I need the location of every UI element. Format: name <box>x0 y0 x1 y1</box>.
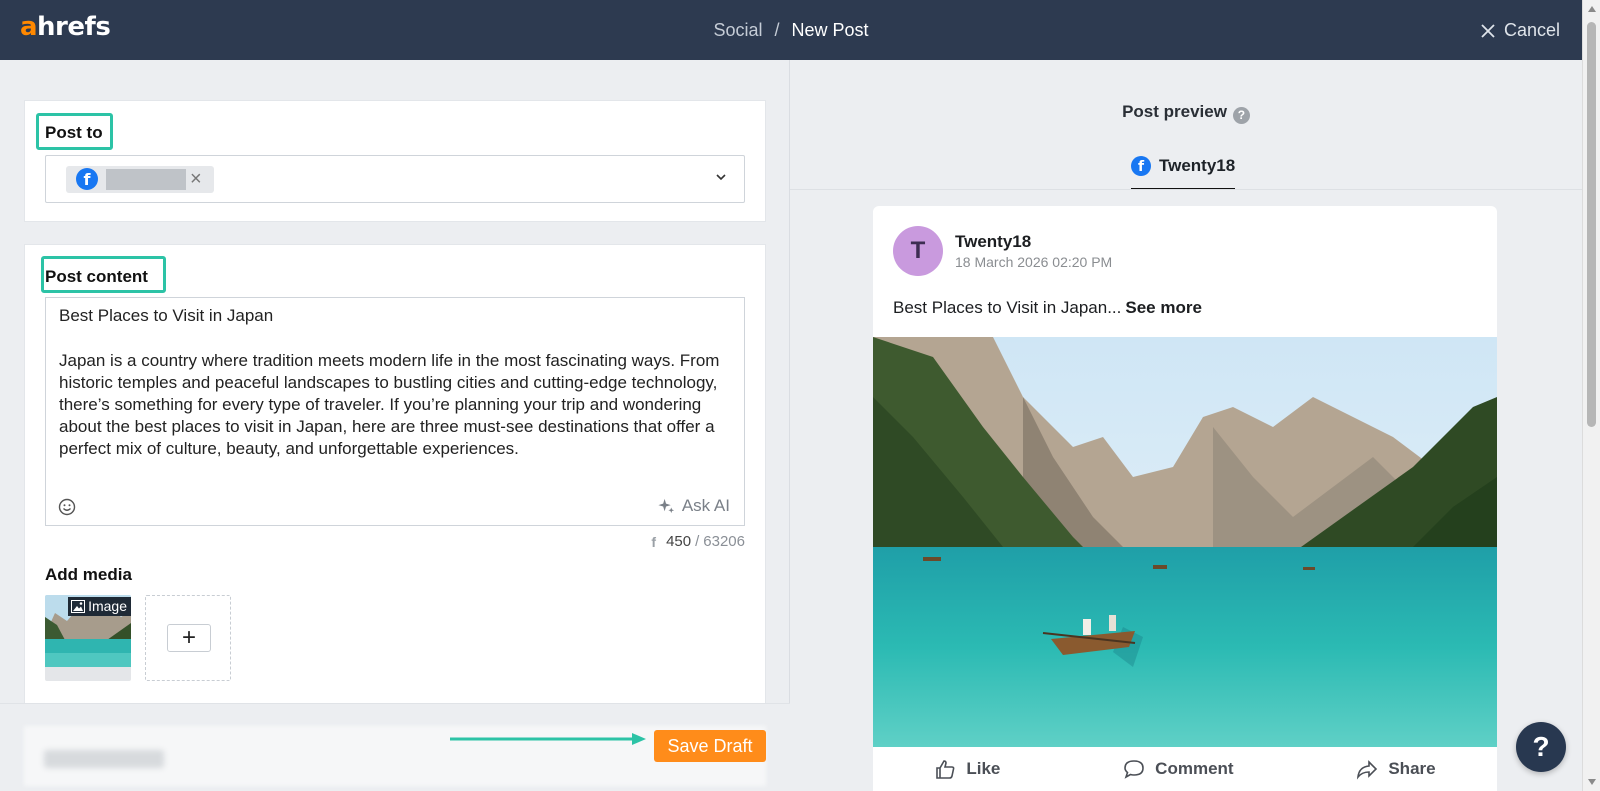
emoji-icon[interactable] <box>58 498 76 516</box>
ask-ai-label: Ask AI <box>681 496 730 515</box>
account-chip: f × <box>66 166 214 193</box>
breadcrumb-separator: / <box>774 20 780 40</box>
image-type-label: Image <box>88 598 127 614</box>
arrow-annotation <box>450 733 646 745</box>
add-media-slot: + <box>145 595 231 681</box>
post-body-text: Japan is a country where tradition meets… <box>59 351 720 458</box>
scrollbar-thumb[interactable] <box>1587 22 1596 427</box>
share-icon <box>1357 760 1378 780</box>
share-button[interactable]: Share <box>1356 754 1436 784</box>
thumbs-up-icon <box>936 760 955 779</box>
lake-photo <box>873 337 1497 747</box>
add-media-label: Add media <box>45 565 132 584</box>
post-title-line: Best Places to Visit in Japan <box>59 306 274 325</box>
like-label: Like <box>966 759 1001 778</box>
post-preview-heading: Post preview? <box>790 102 1582 124</box>
help-button[interactable]: ? <box>1516 722 1566 772</box>
page-name: Twenty18 <box>955 232 1032 251</box>
tab-divider <box>790 189 1582 190</box>
facebook-icon: f <box>76 168 98 190</box>
facebook-post-preview: T Twenty18 18 March 2026 02:20 PM Best P… <box>873 206 1497 791</box>
char-count: 450 <box>666 533 692 550</box>
post-timestamp: 18 March 2026 02:20 PM <box>955 254 1113 270</box>
post-actions: Like Comment Share <box>873 754 1497 784</box>
like-button[interactable]: Like <box>934 754 1000 784</box>
char-limit: 63206 <box>703 533 745 550</box>
tab-twenty18[interactable]: f Twenty18 <box>1131 154 1236 190</box>
remove-account-icon[interactable]: × <box>190 168 202 190</box>
share-label: Share <box>1388 759 1436 778</box>
facebook-icon: f <box>1131 156 1151 176</box>
save-draft-button[interactable]: Save Draft <box>654 730 766 762</box>
image-type-badge: Image <box>68 597 131 616</box>
ask-ai-button[interactable]: Ask AI <box>657 496 730 516</box>
post-to-label: Post to <box>45 123 103 142</box>
post-content-card: Post content Best Places to Visit in Jap… <box>24 244 766 704</box>
cancel-button[interactable]: Cancel <box>1480 20 1560 41</box>
scroll-down-arrow-icon[interactable] <box>1588 779 1596 785</box>
breadcrumb-current: New Post <box>791 20 869 40</box>
breadcrumb-social[interactable]: Social <box>713 20 762 40</box>
post-preview-title: Post preview <box>1122 102 1227 121</box>
tab-label: Twenty18 <box>1159 156 1236 175</box>
post-to-card: Post to f × <box>24 100 766 222</box>
post-content-textarea[interactable]: Best Places to Visit in Japan Japan is a… <box>45 297 745 526</box>
add-media-button[interactable]: + <box>167 624 211 652</box>
page-scrollbar[interactable] <box>1582 0 1600 791</box>
editor-panel: Post to f × Post content Best Places to … <box>0 60 790 791</box>
breadcrumb: Social / New Post <box>0 20 1582 41</box>
facebook-small-icon: f <box>651 533 657 550</box>
blurred-heading <box>44 750 164 768</box>
excerpt-text: Best Places to Visit in Japan... <box>893 298 1122 317</box>
comment-icon <box>1124 760 1144 779</box>
help-icon[interactable]: ? <box>1232 107 1250 124</box>
avatar: T <box>893 226 943 276</box>
account-select[interactable]: f × <box>45 155 745 203</box>
top-bar: ahrefs Social / New Post Cancel <box>0 0 1582 60</box>
scroll-up-arrow-icon[interactable] <box>1588 6 1596 12</box>
image-icon <box>71 599 86 613</box>
post-content-label: Post content <box>45 267 148 286</box>
comment-label: Comment <box>1155 759 1234 778</box>
sparkle-icon <box>658 498 674 513</box>
comment-button[interactable]: Comment <box>1123 754 1234 784</box>
preview-panel: Post preview? f Twenty18 T Twenty18 18 M… <box>790 60 1582 791</box>
media-thumbnail[interactable]: Image <box>45 595 131 681</box>
cancel-label: Cancel <box>1503 20 1560 40</box>
see-more-link[interactable]: See more <box>1125 298 1202 317</box>
account-name-redacted <box>106 169 186 190</box>
character-counter: f 450 / 63206 <box>651 533 745 550</box>
close-icon <box>1481 23 1495 38</box>
chevron-down-icon[interactable] <box>714 170 728 184</box>
post-excerpt: Best Places to Visit in Japan... See more <box>893 298 1202 318</box>
char-separator: / <box>695 533 700 550</box>
